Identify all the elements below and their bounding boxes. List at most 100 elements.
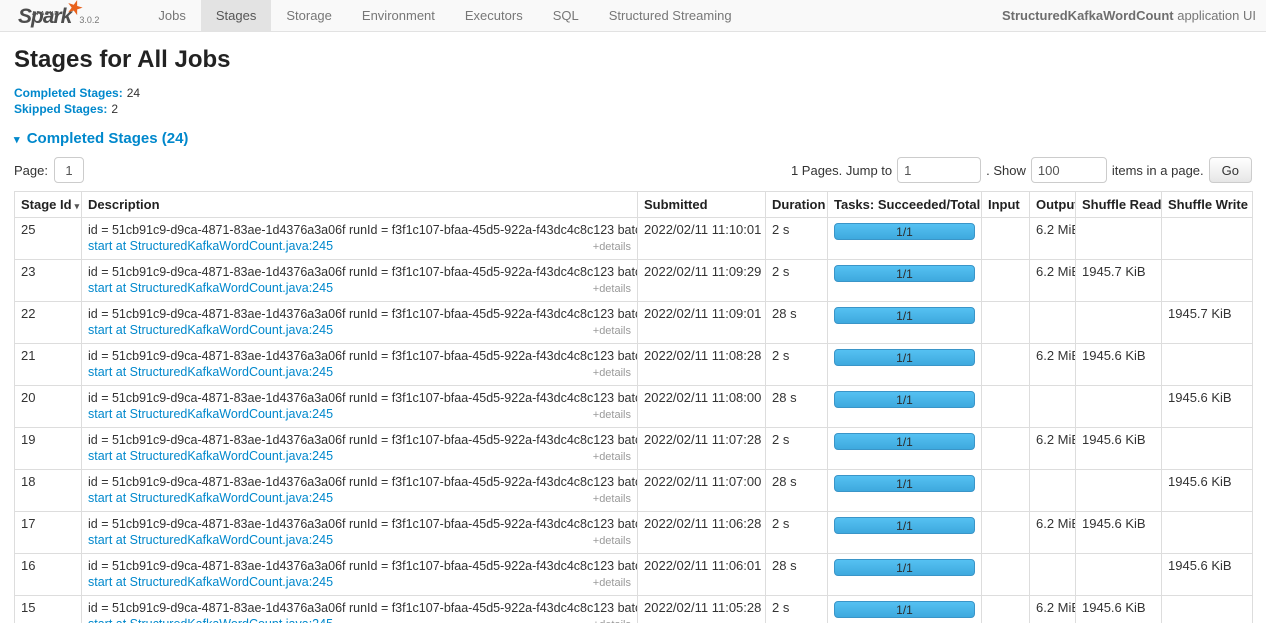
- shuffle-read-cell: 1945.7 KiB: [1076, 260, 1162, 302]
- shuffle-read-cell: [1076, 386, 1162, 428]
- output-cell: [1030, 302, 1076, 344]
- stage-source-link[interactable]: start at StructuredKafkaWordCount.java:2…: [88, 616, 333, 623]
- submitted-cell: 2022/02/11 11:05:28: [638, 596, 766, 623]
- pagination-bar: Page: 1 Pages. Jump to . Show items in a…: [14, 157, 1252, 183]
- shuffle-read-cell: [1076, 470, 1162, 512]
- tasks-progress-bar: 1/1: [834, 307, 975, 324]
- completed-stages-toggle[interactable]: ▾ Completed Stages (24): [14, 130, 1252, 147]
- output-cell: 6.2 MiB: [1030, 344, 1076, 386]
- tab-executors[interactable]: Executors: [450, 0, 538, 31]
- shuffle-read-cell: [1076, 302, 1162, 344]
- duration-cell: 2 s: [766, 260, 828, 302]
- input-cell: [982, 218, 1030, 260]
- column-header-output[interactable]: Output: [1030, 192, 1076, 218]
- stage-source-link[interactable]: start at StructuredKafkaWordCount.java:2…: [88, 574, 333, 590]
- tasks-progress-bar: 1/1: [834, 391, 975, 408]
- column-header-submitted[interactable]: Submitted: [638, 192, 766, 218]
- shuffle-read-cell: 1945.6 KiB: [1076, 428, 1162, 470]
- application-suffix: application UI: [1174, 8, 1256, 23]
- total-pages-text: 1 Pages. Jump to: [791, 163, 892, 178]
- stage-source-link[interactable]: start at StructuredKafkaWordCount.java:2…: [88, 406, 333, 422]
- top-navbar: APACHE Spark ★ 3.0.2 JobsStagesStorageEn…: [0, 0, 1266, 32]
- tasks-progress-label: 1/1: [835, 602, 974, 617]
- input-cell: [982, 554, 1030, 596]
- input-cell: [982, 386, 1030, 428]
- stage-source-link[interactable]: start at StructuredKafkaWordCount.java:2…: [88, 448, 333, 464]
- input-cell: [982, 512, 1030, 554]
- stage-row: 25 id = 51cb91c9-d9ca-4871-83ae-1d4376a3…: [15, 218, 1253, 260]
- tasks-cell: 1/1: [828, 386, 982, 428]
- stage-source-link[interactable]: start at StructuredKafkaWordCount.java:2…: [88, 532, 333, 548]
- tab-structured-streaming[interactable]: Structured Streaming: [594, 0, 747, 31]
- page-number-input[interactable]: [54, 157, 84, 183]
- details-toggle[interactable]: +details: [593, 533, 631, 549]
- description-cell: id = 51cb91c9-d9ca-4871-83ae-1d4376a3a06…: [82, 302, 638, 344]
- details-toggle[interactable]: +details: [593, 323, 631, 339]
- duration-cell: 2 s: [766, 512, 828, 554]
- description-cell: id = 51cb91c9-d9ca-4871-83ae-1d4376a3a06…: [82, 470, 638, 512]
- stage-source-link[interactable]: start at StructuredKafkaWordCount.java:2…: [88, 238, 333, 254]
- column-header-duration[interactable]: Duration: [766, 192, 828, 218]
- stage-source-link[interactable]: start at StructuredKafkaWordCount.java:2…: [88, 322, 333, 338]
- details-toggle[interactable]: +details: [593, 281, 631, 297]
- shuffle-write-cell: 1945.6 KiB: [1162, 554, 1253, 596]
- details-toggle[interactable]: +details: [593, 407, 631, 423]
- tab-jobs[interactable]: Jobs: [143, 0, 200, 31]
- go-button[interactable]: Go: [1209, 157, 1252, 183]
- stage-id-cell: 21: [15, 344, 82, 386]
- stage-description-text: id = 51cb91c9-d9ca-4871-83ae-1d4376a3a06…: [88, 264, 631, 280]
- submitted-cell: 2022/02/11 11:08:00: [638, 386, 766, 428]
- details-toggle[interactable]: +details: [593, 365, 631, 381]
- summary-label-link[interactable]: Skipped Stages:: [14, 102, 107, 116]
- tasks-cell: 1/1: [828, 218, 982, 260]
- stage-description-text: id = 51cb91c9-d9ca-4871-83ae-1d4376a3a06…: [88, 474, 631, 490]
- tab-storage[interactable]: Storage: [271, 0, 347, 31]
- column-header-description[interactable]: Description: [82, 192, 638, 218]
- application-title: StructuredKafkaWordCount application UI: [1002, 0, 1256, 32]
- submitted-cell: 2022/02/11 11:09:29: [638, 260, 766, 302]
- tab-sql[interactable]: SQL: [538, 0, 594, 31]
- completed-stages-heading: Completed Stages (24): [27, 130, 189, 147]
- details-toggle[interactable]: +details: [593, 575, 631, 591]
- stage-source-link[interactable]: start at StructuredKafkaWordCount.java:2…: [88, 280, 333, 296]
- output-cell: 6.2 MiB: [1030, 428, 1076, 470]
- jump-to-input[interactable]: [897, 157, 981, 183]
- details-toggle[interactable]: +details: [593, 239, 631, 255]
- stage-row: 20 id = 51cb91c9-d9ca-4871-83ae-1d4376a3…: [15, 386, 1253, 428]
- stage-description-text: id = 51cb91c9-d9ca-4871-83ae-1d4376a3a06…: [88, 516, 631, 532]
- column-header-shuffle-read[interactable]: Shuffle Read: [1076, 192, 1162, 218]
- output-cell: 6.2 MiB: [1030, 512, 1076, 554]
- tasks-progress-label: 1/1: [835, 518, 974, 533]
- stage-source-link[interactable]: start at StructuredKafkaWordCount.java:2…: [88, 490, 333, 506]
- input-cell: [982, 596, 1030, 623]
- stage-description-text: id = 51cb91c9-d9ca-4871-83ae-1d4376a3a06…: [88, 306, 631, 322]
- application-name: StructuredKafkaWordCount: [1002, 8, 1174, 23]
- submitted-cell: 2022/02/11 11:08:28: [638, 344, 766, 386]
- summary-label-link[interactable]: Completed Stages:: [14, 86, 123, 100]
- details-toggle[interactable]: +details: [593, 491, 631, 507]
- stage-source-link[interactable]: start at StructuredKafkaWordCount.java:2…: [88, 364, 333, 380]
- column-header-input[interactable]: Input: [982, 192, 1030, 218]
- column-header-shuffle-write[interactable]: Shuffle Write: [1162, 192, 1253, 218]
- stage-description-text: id = 51cb91c9-d9ca-4871-83ae-1d4376a3a06…: [88, 600, 631, 616]
- tasks-cell: 1/1: [828, 554, 982, 596]
- column-header-stage-id[interactable]: Stage Id▾: [15, 192, 82, 218]
- tab-stages[interactable]: Stages: [201, 0, 271, 31]
- column-header-tasks-succeeded-total[interactable]: Tasks: Succeeded/Total: [828, 192, 982, 218]
- tasks-cell: 1/1: [828, 596, 982, 623]
- submitted-cell: 2022/02/11 11:10:01: [638, 218, 766, 260]
- details-toggle[interactable]: +details: [593, 449, 631, 465]
- submitted-cell: 2022/02/11 11:07:00: [638, 470, 766, 512]
- shuffle-write-cell: [1162, 218, 1253, 260]
- stage-id-cell: 17: [15, 512, 82, 554]
- tab-environment[interactable]: Environment: [347, 0, 450, 31]
- description-cell: id = 51cb91c9-d9ca-4871-83ae-1d4376a3a06…: [82, 218, 638, 260]
- tasks-cell: 1/1: [828, 470, 982, 512]
- stage-id-cell: 22: [15, 302, 82, 344]
- shuffle-read-cell: 1945.6 KiB: [1076, 344, 1162, 386]
- description-cell: id = 51cb91c9-d9ca-4871-83ae-1d4376a3a06…: [82, 554, 638, 596]
- description-cell: id = 51cb91c9-d9ca-4871-83ae-1d4376a3a06…: [82, 596, 638, 623]
- items-per-page-input[interactable]: [1031, 157, 1107, 183]
- details-toggle[interactable]: +details: [593, 617, 631, 623]
- shuffle-read-cell: 1945.6 KiB: [1076, 596, 1162, 623]
